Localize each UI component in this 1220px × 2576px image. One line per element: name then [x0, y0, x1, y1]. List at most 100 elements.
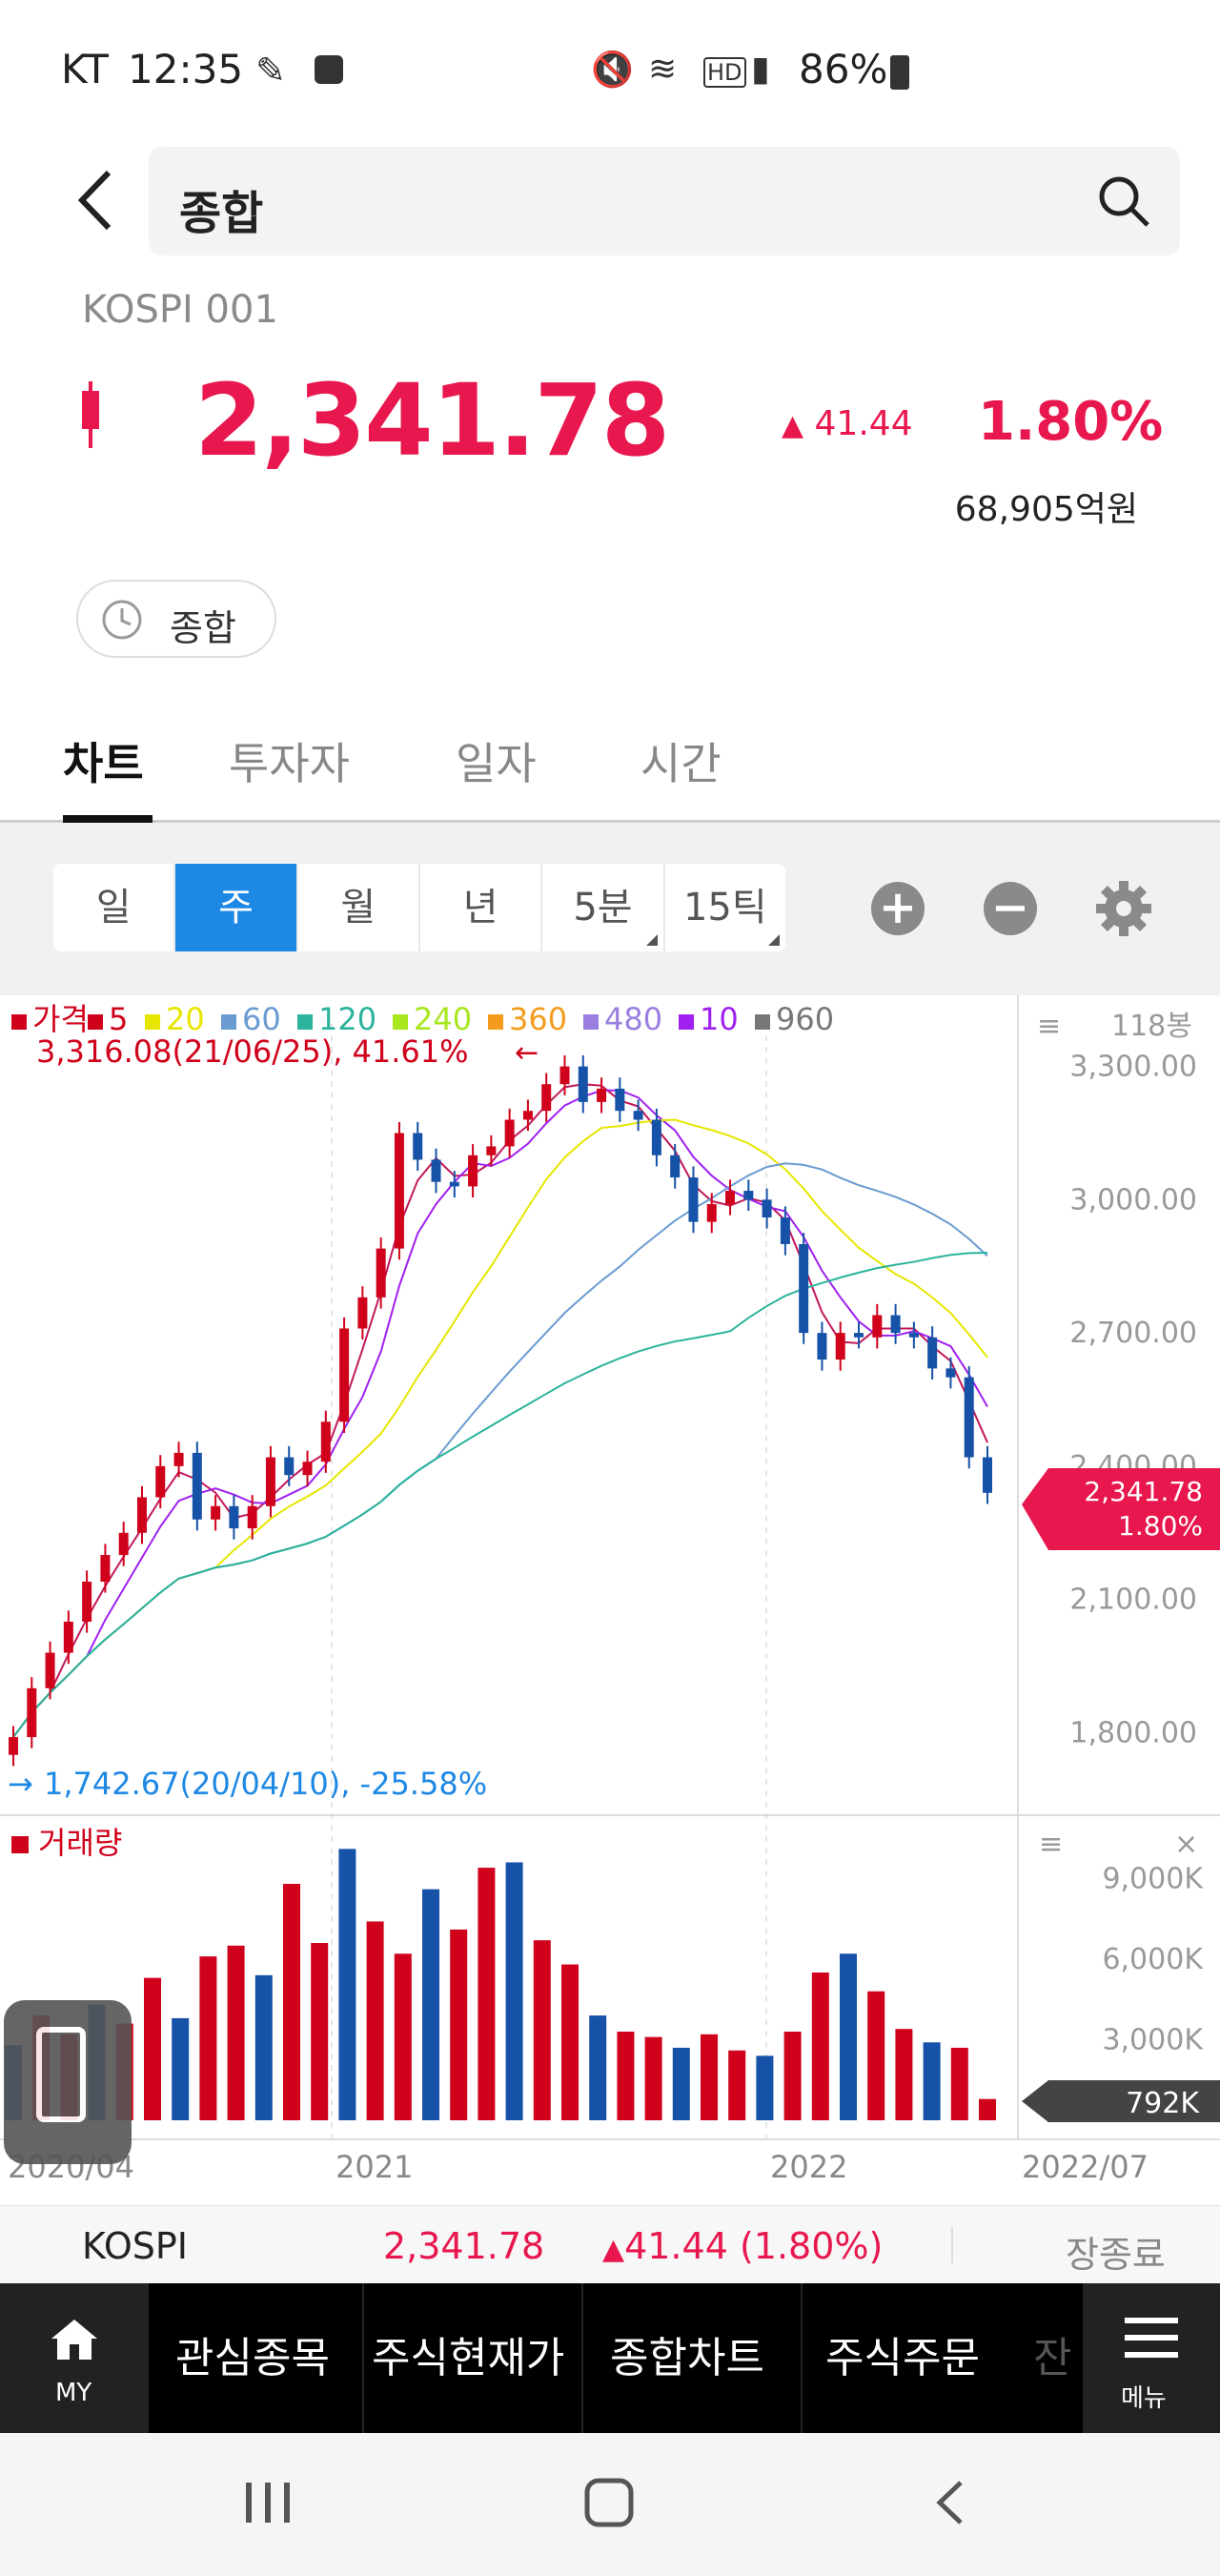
legend-swatch [755, 1014, 770, 1030]
volume-bar [311, 1943, 329, 2120]
rotate-screen-button[interactable] [4, 2000, 132, 2164]
candle-body [192, 1452, 202, 1520]
legend-swatch [88, 1014, 103, 1030]
price-axis-tick: 1,800.00 [1069, 1716, 1197, 1749]
recent-apps-icon[interactable] [242, 2481, 294, 2525]
candle-body [559, 1066, 570, 1085]
period-day[interactable]: 일 [53, 864, 176, 951]
legend-swatch [393, 1014, 408, 1030]
chevron-left-icon [77, 170, 112, 231]
candle-body [983, 1457, 992, 1493]
period-15tick[interactable]: 15틱 [665, 864, 785, 951]
chart-menu-icon[interactable]: ≡ [1037, 1010, 1061, 1043]
nav-current-price[interactable]: 주식현재가 [372, 2283, 564, 2433]
tab-investor[interactable]: 투자자 [229, 729, 350, 792]
status-bar: KT 12:35 ✎ 🔇 ≋ HD ▮ 86% [0, 0, 1220, 143]
search-bar[interactable]: 종합 [149, 147, 1180, 256]
nav-menu[interactable]: 메뉴 [1083, 2283, 1220, 2433]
candle-body [817, 1333, 827, 1360]
settings-gear-icon[interactable] [1094, 879, 1153, 938]
x-axis-tick: 2022/07 [1022, 2149, 1149, 2185]
candle-body [908, 1333, 919, 1338]
back-button[interactable] [67, 167, 124, 234]
candle-body [211, 1505, 221, 1520]
candlestick-chart[interactable]: 가격 5 20 60 120 240 360 480 10 960 3,316.08(21/06/… [0, 995, 1220, 2206]
dropdown-corner-icon [767, 934, 780, 946]
candle-body [927, 1337, 938, 1369]
candle-body [725, 1191, 736, 1205]
nav-watchlist[interactable]: 관심종목 [175, 2283, 330, 2433]
home-icon [51, 2320, 97, 2360]
nav-home[interactable]: MY [0, 2283, 149, 2433]
moving-average-line [12, 1083, 988, 1738]
candle-body [357, 1297, 368, 1329]
volume-bar [227, 1945, 245, 2120]
chart-canvas[interactable]: 가격 5 20 60 120 240 360 480 10 960 3,316.08(21/06/… [0, 995, 1220, 2206]
tab-daily[interactable]: 일자 [456, 729, 537, 792]
period-selector[interactable]: 일 주 월 년 5분 15틱 [53, 864, 785, 951]
market-filter-button[interactable]: 종합 [76, 580, 276, 658]
period-year[interactable]: 년 [420, 864, 543, 951]
candle-body [45, 1652, 55, 1688]
tab-time[interactable]: 시간 [640, 729, 722, 792]
high-annotation: 3,316.08(21/06/25), 41.61% [36, 1033, 469, 1070]
volume-bar [199, 1956, 217, 2120]
candle-body [522, 1111, 533, 1120]
tab-chart[interactable]: 차트 [63, 729, 144, 792]
hd-icon: HD [703, 57, 746, 88]
candle-body [155, 1465, 166, 1498]
quote-change: ▲41.44 (1.80%) [602, 2225, 883, 2267]
period-5min[interactable]: 5분 [542, 864, 665, 951]
candle-body [964, 1377, 974, 1458]
volume-bar [728, 2050, 746, 2120]
candle-body [578, 1066, 588, 1102]
nav-more-partial[interactable]: 잔 [1033, 2283, 1071, 2433]
volume-bar [283, 1884, 300, 2120]
arrow-right-icon: → [8, 1766, 33, 1802]
close-icon[interactable]: × [1174, 1828, 1198, 1861]
volume-bar [923, 2042, 941, 2120]
candle-body [376, 1248, 386, 1298]
nav-total-chart[interactable]: 종합차트 [610, 2283, 764, 2433]
app-notification-icon [315, 55, 343, 84]
market-filter-label: 종합 [170, 607, 236, 649]
volume-menu-icon[interactable]: ≡ [1039, 1828, 1063, 1861]
volume-bar [589, 2015, 607, 2120]
bottom-nav: MY 관심종목 주식현재가 종합차트 주식주문 잔 메뉴 [0, 2283, 1220, 2433]
volume-bar [505, 1862, 523, 2120]
period-15tick-label: 15틱 [682, 886, 767, 930]
battery-level: 86% [799, 46, 888, 92]
nav-order[interactable]: 주식주문 [825, 2283, 980, 2433]
period-month[interactable]: 월 [298, 864, 420, 951]
candle-body [284, 1457, 295, 1476]
clock-icon [102, 600, 142, 640]
change-percent: 1.80% [978, 391, 1164, 453]
zoom-out-button[interactable]: − [984, 882, 1037, 935]
quote-price: 2,341.78 [383, 2225, 545, 2267]
quote-change-value: 41.44 (1.80%) [624, 2225, 884, 2267]
legend-label: 240 [414, 1001, 472, 1037]
up-triangle-icon: ▲ [782, 409, 804, 442]
candle-body [468, 1155, 478, 1187]
price-tag-pct: 1.80% [1118, 1510, 1203, 1542]
home-system-icon[interactable] [583, 2477, 635, 2528]
nav-menu-label: 메뉴 [1121, 2384, 1167, 2413]
quote-name: KOSPI [82, 2225, 188, 2267]
quote-bar[interactable]: KOSPI 2,341.78 ▲41.44 (1.80%) 장종료 [0, 2205, 1220, 2283]
candle-body [431, 1159, 441, 1182]
period-week[interactable]: 주 [175, 864, 298, 951]
x-axis-tick: 2022 [770, 2149, 847, 2185]
zoom-in-button[interactable]: + [871, 882, 925, 935]
candle-body [670, 1155, 681, 1178]
candle-body [82, 1582, 92, 1622]
search-icon[interactable] [1096, 174, 1151, 229]
volume-bar [617, 2032, 635, 2120]
volume-bar [338, 1849, 356, 2120]
volume-bar [172, 2017, 190, 2120]
volume-bar [895, 2029, 913, 2120]
back-system-icon[interactable] [930, 2479, 968, 2526]
current-price: 2,341.78 [194, 362, 670, 479]
candle-body [743, 1191, 754, 1200]
search-query: 종합 [179, 187, 264, 240]
quote-divider [951, 2227, 953, 2263]
